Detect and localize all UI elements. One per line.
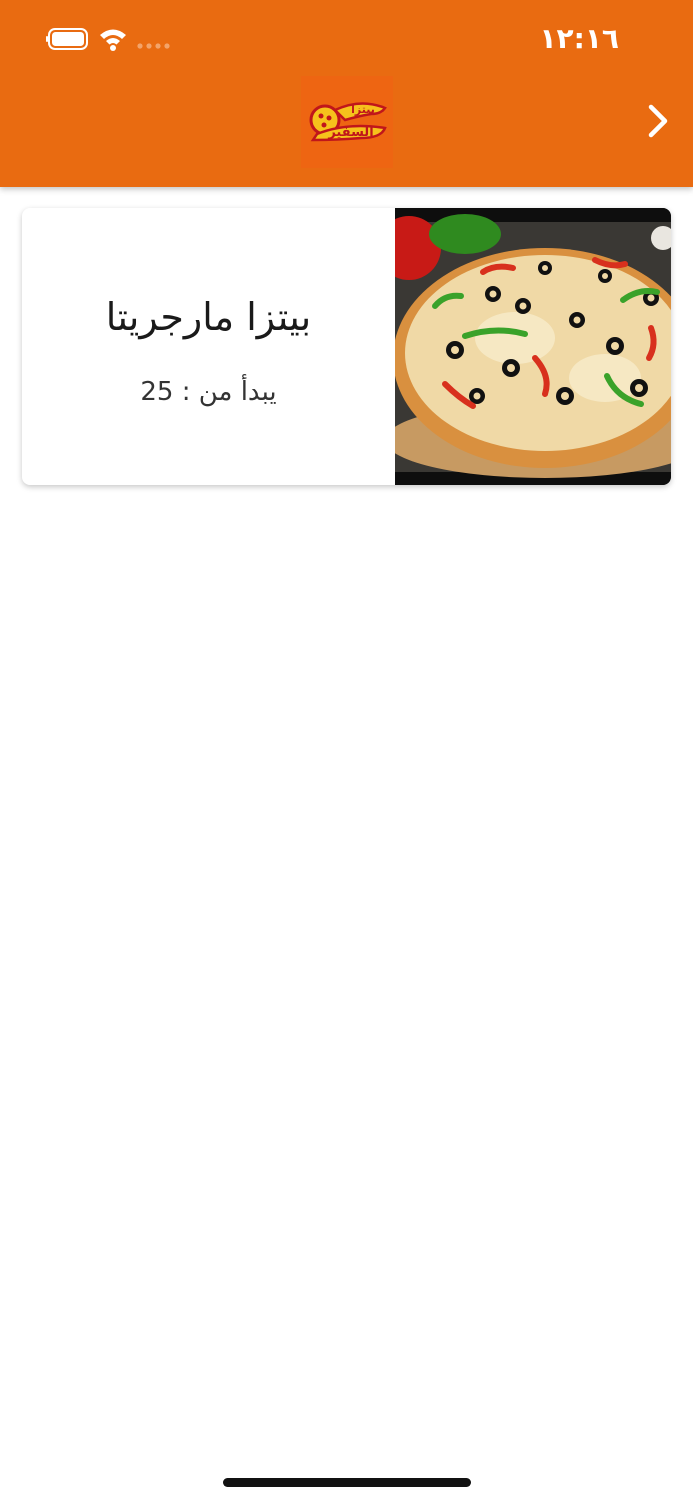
home-indicator[interactable] — [223, 1478, 471, 1487]
pizza-image — [395, 208, 671, 485]
battery-icon — [46, 28, 88, 50]
logo-icon: بيتزا السفير — [309, 102, 387, 142]
product-price: يبدأ من : 25 — [140, 376, 277, 407]
product-name: بيتزا مارجريتا — [105, 294, 312, 339]
cellular-signal-icon — [137, 43, 170, 49]
product-image — [395, 208, 671, 485]
product-info: بيتزا مارجريتا يبدأ من : 25 — [22, 208, 395, 485]
svg-text:بيتزا: بيتزا — [351, 103, 375, 116]
wifi-icon — [100, 29, 126, 51]
status-time: ١٢:١٦ — [539, 22, 619, 55]
product-card[interactable]: بيتزا مارجريتا يبدأ من : 25 — [22, 208, 671, 485]
app-header: ١٢:١٦ بيتزا السفير — [0, 0, 693, 187]
chevron-right-icon — [648, 104, 668, 138]
svg-text:السفير: السفير — [327, 125, 373, 140]
restaurant-logo: بيتزا السفير — [301, 76, 393, 168]
back-button[interactable] — [641, 98, 675, 144]
